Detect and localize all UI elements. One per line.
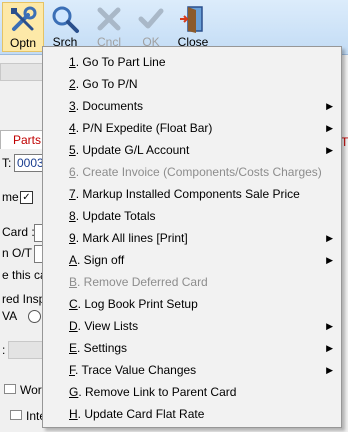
- menu-item-b[interactable]: B. Remove Deferred Card: [43, 271, 341, 293]
- ot-label: n O/T :: [2, 246, 39, 260]
- menu-item-accelerator: G: [69, 385, 79, 399]
- this-ca-label: e this ca: [2, 268, 47, 282]
- menu-item-label: . Update Totals: [75, 209, 156, 223]
- menu-item-accelerator: 4: [69, 121, 76, 135]
- menu-item-h[interactable]: H. Update Card Flat Rate: [43, 403, 341, 425]
- options-button[interactable]: Optn: [2, 2, 44, 52]
- field-t-label: T:: [2, 156, 12, 170]
- menu-item-accelerator: 1: [69, 55, 76, 69]
- menu-item-accelerator: 2: [69, 77, 76, 91]
- menu-item-label: . Documents: [75, 99, 144, 113]
- me-checkbox[interactable]: ✓: [20, 191, 33, 204]
- menu-item-label: . Mark All lines [Print]: [75, 231, 188, 245]
- menu-item-label: . Settings: [77, 341, 128, 355]
- menu-item-8[interactable]: 8. Update Totals: [43, 205, 341, 227]
- colon-label: :: [2, 343, 6, 357]
- right-t-label: T: [341, 135, 348, 149]
- menu-item-label: . Go To P/N: [75, 77, 138, 91]
- menu-item-accelerator: 3: [69, 99, 76, 113]
- submenu-arrow-icon: ▶: [326, 123, 333, 133]
- door-exit-icon: [180, 6, 203, 33]
- menu-item-e[interactable]: E. Settings ▶: [43, 337, 341, 359]
- submenu-arrow-icon: ▶: [326, 101, 333, 111]
- menu-item-1[interactable]: 1. Go To Part Line: [43, 51, 341, 73]
- menu-item-label: . Update G/L Account: [75, 143, 190, 157]
- field-t-value: 0003: [17, 156, 44, 170]
- cancel-x-icon: [97, 7, 121, 31]
- menu-item-label: . Log Book Print Setup: [77, 297, 198, 311]
- work-icon: [4, 384, 16, 394]
- menu-item-accelerator: B: [69, 275, 78, 289]
- tab-parts-label: Parts: [13, 133, 42, 147]
- menu-item-accelerator: 8: [69, 209, 76, 223]
- menu-item-f[interactable]: F. Trace Value Changes ▶: [43, 359, 341, 381]
- menu-item-label: . Update Card Flat Rate: [77, 407, 205, 421]
- grey-field[interactable]: [8, 341, 44, 359]
- submenu-arrow-icon: ▶: [326, 343, 333, 353]
- ok-button[interactable]: OK: [130, 2, 172, 52]
- menu-item-4[interactable]: 4. P/N Expedite (Float Bar) ▶: [43, 117, 341, 139]
- menu-items: 1. Go To Part Line 2. Go To P/N 3. Documen…: [43, 47, 341, 425]
- va-label: VA: [2, 309, 18, 323]
- menu-item-accelerator: 9: [69, 231, 76, 245]
- menu-item-label: . P/N Expedite (Float Bar): [75, 121, 213, 135]
- menu-item-accelerator: E: [69, 341, 78, 355]
- menu-item-7[interactable]: 7. Markup Installed Components Sale Pric…: [43, 183, 341, 205]
- menu-item-accelerator: H: [69, 407, 78, 421]
- menu-item-a[interactable]: A. Sign off ▶: [43, 249, 341, 271]
- menu-item-label: . Trace Value Changes: [75, 363, 197, 377]
- menu-item-label: . Create Invoice (Components/Costs Charg…: [75, 165, 322, 179]
- menu-item-g[interactable]: G. Remove Link to Parent Card: [43, 381, 341, 403]
- cancel-button[interactable]: Cncl: [88, 2, 130, 52]
- menu-item-c[interactable]: C. Log Book Print Setup: [43, 293, 341, 315]
- form-header-strip: [0, 63, 44, 81]
- menu-item-accelerator: C: [69, 297, 78, 311]
- menu-item-label: . Sign off: [77, 253, 125, 267]
- menu-item-label: . View Lists: [77, 319, 139, 333]
- inte-label: Inte: [10, 409, 46, 423]
- menu-item-label: . Remove Deferred Card: [77, 275, 208, 289]
- wrench-screwdriver-icon: [11, 6, 37, 31]
- menu-item-accelerator: A: [69, 253, 78, 267]
- submenu-arrow-icon: ▶: [326, 255, 333, 265]
- menu-item-d[interactable]: D. View Lists ▶: [43, 315, 341, 337]
- menu-item-label: . Markup Installed Components Sale Price: [75, 187, 300, 201]
- menu-item-accelerator: 7: [69, 187, 76, 201]
- menu-item-label: . Remove Link to Parent Card: [78, 385, 237, 399]
- options-menu: 1. Go To Part Line 2. Go To P/N 3. Documen…: [42, 46, 342, 428]
- menu-item-accelerator: 5: [69, 143, 76, 157]
- menu-item-label: . Go To Part Line: [75, 55, 166, 69]
- tab-parts[interactable]: Parts: [0, 130, 44, 149]
- close-button[interactable]: Close: [172, 2, 214, 52]
- field-t-input[interactable]: 0003: [14, 154, 44, 172]
- menu-item-3[interactable]: 3. Documents ▶: [43, 95, 341, 117]
- menu-item-5[interactable]: 5. Update G/L Account ▶: [43, 139, 341, 161]
- menu-item-9[interactable]: 9. Mark All lines [Print] ▶: [43, 227, 341, 249]
- va-radio[interactable]: [28, 310, 41, 323]
- menu-item-6[interactable]: 6. Create Invoice (Components/Costs Char…: [43, 161, 341, 183]
- magnifier-icon: [52, 6, 79, 33]
- options-label: Optn: [9, 36, 36, 50]
- submenu-arrow-icon: ▶: [326, 365, 333, 375]
- card-label: Card :: [2, 225, 35, 239]
- submenu-arrow-icon: ▶: [326, 233, 333, 243]
- search-button[interactable]: Srch: [44, 2, 86, 52]
- menu-item-accelerator: 6: [69, 165, 76, 179]
- inte-icon: [10, 410, 22, 420]
- menu-item-2[interactable]: 2. Go To P/N: [43, 73, 341, 95]
- menu-item-accelerator: D: [69, 319, 78, 333]
- checkmark-icon: [138, 8, 164, 29]
- submenu-arrow-icon: ▶: [326, 321, 333, 331]
- submenu-arrow-icon: ▶: [326, 145, 333, 155]
